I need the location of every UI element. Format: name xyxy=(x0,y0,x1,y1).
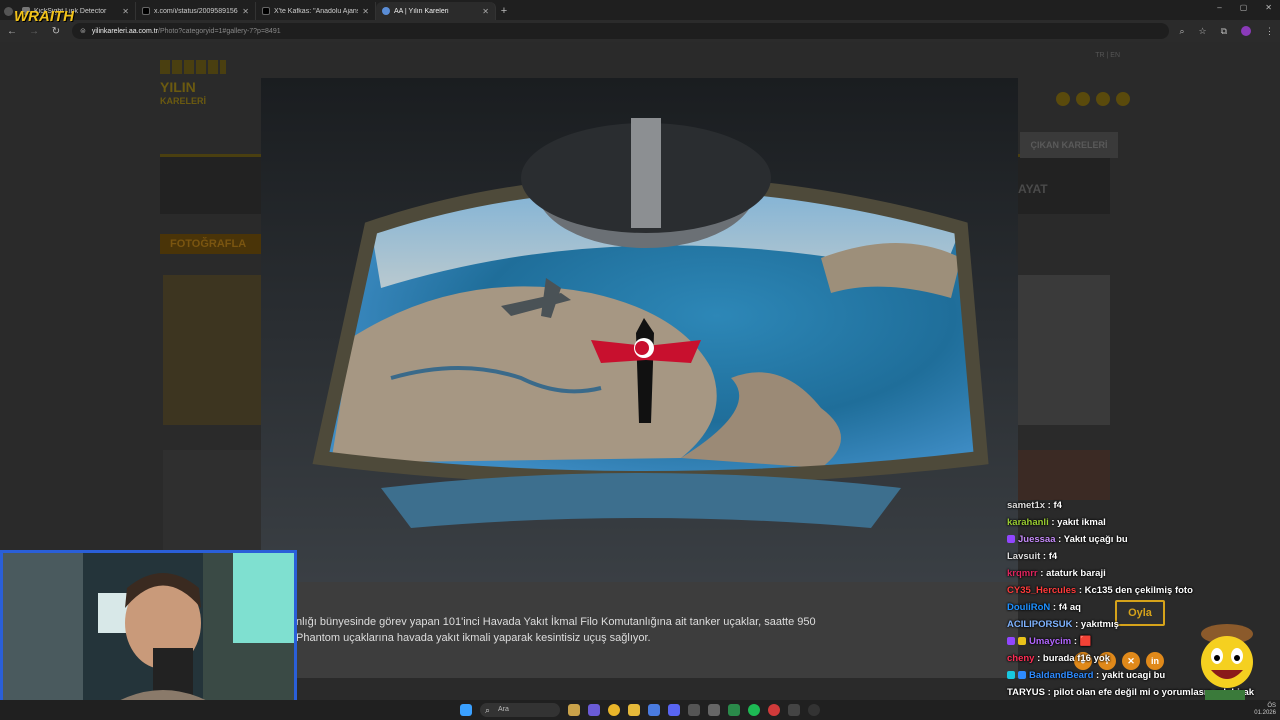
extensions-icon[interactable]: ⧉ xyxy=(1221,26,1227,37)
close-window-button[interactable]: ✕ xyxy=(1265,3,1272,12)
chat-message: BaldandBeard : yakit ucagi bu xyxy=(1007,670,1165,681)
gallery-thumbnail[interactable] xyxy=(1018,275,1110,425)
file-explorer-icon[interactable] xyxy=(628,704,640,716)
browser-toolbar: ← → ↻ ⊜ yilinkareleri.aa.com.tr/Photo?ca… xyxy=(0,20,1280,42)
globe-icon xyxy=(382,7,390,15)
url-domain: yilinkareleri.aa.com.tr xyxy=(91,27,159,35)
chat-message: ACILIPORSUK : yakıtmış xyxy=(1007,619,1119,630)
photo-caption: nlığı bünyesinde görev yapan 101'inci Ha… xyxy=(261,582,1018,678)
windows-start-icon[interactable] xyxy=(460,704,472,716)
tab-title: x.com/i/status/2009589156869 xyxy=(154,7,238,15)
x-logo-icon xyxy=(262,7,270,15)
chat-message: krqmrr : ataturk baraji xyxy=(1007,568,1106,579)
social-icon[interactable] xyxy=(1056,92,1070,106)
minimize-button[interactable]: – xyxy=(1217,3,1221,12)
tab-x-status[interactable]: x.com/i/status/2009589156869 ✕ xyxy=(136,2,256,20)
chat-message: samet1x : f4 xyxy=(1007,500,1062,511)
chat-message: cheny : burada f16 yok xyxy=(1007,653,1110,664)
url-path: /Photo?categoryid=1#gallery-7?p=8491 xyxy=(158,27,281,35)
back-arrow-icon[interactable]: ← xyxy=(6,26,18,37)
webcam-feed xyxy=(0,550,297,720)
app-icon[interactable] xyxy=(788,704,800,716)
caption-line2: Phantom uçaklarına havada yakıt ikmali y… xyxy=(296,632,651,644)
address-bar[interactable]: ⊜ yilinkareleri.aa.com.tr/Photo?category… xyxy=(72,23,1170,39)
tab-title: AA | Yılın Kareleri xyxy=(394,7,449,15)
social-icon[interactable] xyxy=(1116,92,1130,106)
menu-item-cikan-kareleri[interactable]: ÇIKAN KARELERİ xyxy=(1020,132,1118,158)
site-info-icon[interactable]: ⊜ xyxy=(80,27,86,35)
verified-badge-icon xyxy=(1018,671,1026,679)
social-icon[interactable] xyxy=(1076,92,1090,106)
spotify-icon[interactable] xyxy=(748,704,760,716)
streamer-camera xyxy=(3,553,294,717)
subscriber-badge-icon xyxy=(1007,637,1015,645)
subscriber-badge-icon xyxy=(1007,535,1015,543)
toolbar-icons: ⌕ ☆ ⧉ ⋮ xyxy=(1179,25,1274,37)
new-tab-button[interactable]: + xyxy=(496,2,512,20)
social-icons xyxy=(1056,92,1130,106)
discord-icon[interactable] xyxy=(668,704,680,716)
streamer-logo: WRAITH xyxy=(14,8,74,25)
yilin-kareleri-logo[interactable]: YILIN KARELERİ xyxy=(160,60,226,126)
chat-message: DouliRoN : f4 aq xyxy=(1007,602,1081,613)
obs-icon[interactable] xyxy=(808,704,820,716)
close-tab-icon[interactable]: ✕ xyxy=(122,7,129,16)
social-icon[interactable] xyxy=(1096,92,1110,106)
tab-title: X'te Kafkas: "Anadolu Ajansının xyxy=(274,7,358,15)
x-logo-icon xyxy=(142,7,150,15)
system-tray[interactable]: ÖS 01.2026 xyxy=(1254,703,1276,717)
gift-badge-icon xyxy=(1018,637,1026,645)
taskbar-search[interactable]: Ara xyxy=(480,703,560,717)
profile-avatar-icon[interactable] xyxy=(1241,25,1251,36)
chat-message: Juessaa : Yakıt uçağı bu xyxy=(1007,534,1128,545)
menu-kebab-icon[interactable]: ⋮ xyxy=(1265,26,1274,37)
laughing-emoji-sticker xyxy=(1201,624,1253,700)
chrome-icon[interactable] xyxy=(608,704,620,716)
section-label-fotograflar: FOTOĞRAFLA xyxy=(160,234,270,254)
forward-arrow-icon[interactable]: → xyxy=(28,26,40,37)
aerial-refueling-photo xyxy=(261,78,1018,582)
zoom-icon[interactable]: ⌕ xyxy=(1179,26,1184,37)
close-tab-icon[interactable]: ✕ xyxy=(242,7,249,16)
windows-taskbar: Ara ÖS 01.2026 xyxy=(0,700,1280,720)
screen: KickSight Link Detector ✕ x.com/i/status… xyxy=(0,0,1280,720)
browser-tabbar: KickSight Link Detector ✕ x.com/i/status… xyxy=(0,0,1280,20)
lightbox-photo[interactable] xyxy=(261,78,1018,582)
logo-line1: YILIN xyxy=(160,79,196,95)
caption-line1: nlığı bünyesinde görev yapan 101'inci Ha… xyxy=(296,616,816,628)
copilot-icon[interactable] xyxy=(588,704,600,716)
gallery-thumbnail[interactable] xyxy=(163,275,263,425)
maximize-button[interactable]: ▢ xyxy=(1240,3,1248,12)
tab-x-kafkas[interactable]: X'te Kafkas: "Anadolu Ajansının ✕ xyxy=(256,2,376,20)
tray-time: ÖS xyxy=(1267,703,1276,709)
app-icon[interactable] xyxy=(708,704,720,716)
xbox-icon[interactable] xyxy=(728,704,740,716)
store-icon[interactable] xyxy=(648,704,660,716)
gallery-thumbnail[interactable] xyxy=(1018,450,1110,500)
tray-date: 01.2026 xyxy=(1254,710,1276,716)
chat-message: Umaycim : 🟥 xyxy=(1007,636,1092,647)
logo-line2: KARELERİ xyxy=(160,96,207,106)
mod-badge-icon xyxy=(1007,671,1015,679)
reload-icon[interactable]: ↻ xyxy=(50,26,62,37)
close-tab-icon[interactable]: ✕ xyxy=(362,7,369,16)
app-icon[interactable] xyxy=(688,704,700,716)
tab-aa-yilin-kareleri[interactable]: AA | Yılın Kareleri ✕ xyxy=(376,2,496,20)
window-controls: – ▢ ✕ xyxy=(1217,3,1272,12)
language-switcher[interactable]: TR | EN xyxy=(1095,52,1120,59)
bookmark-star-icon[interactable]: ☆ xyxy=(1198,26,1206,37)
widgets-icon[interactable] xyxy=(568,704,580,716)
chat-message: CY35_Hercules : Kc135 den çekilmiş foto xyxy=(1007,585,1193,596)
chat-message: Lavsuit : f4 xyxy=(1007,551,1058,562)
opera-icon[interactable] xyxy=(768,704,780,716)
menu-item-hayat[interactable]: AYAT xyxy=(1018,182,1048,196)
close-tab-icon[interactable]: ✕ xyxy=(482,7,489,16)
chat-message: karahanli : yakıt ikmal xyxy=(1007,517,1106,528)
